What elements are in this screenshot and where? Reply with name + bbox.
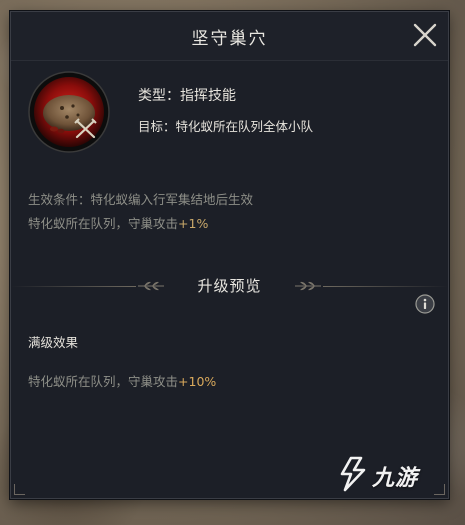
jiuyou-logo-icon bbox=[340, 456, 366, 492]
corner-ornament-left bbox=[14, 484, 25, 495]
watermark: 九游 bbox=[337, 456, 437, 492]
current-effect-text: 特化蚁所在队列，守巢攻击 bbox=[28, 216, 179, 231]
info-icon bbox=[415, 294, 435, 314]
skill-detail-dialog: 坚守巢穴 类型：指挥技能 目标：特化蚁所在队列全体小队 生效条件：特化蚁编入行军… bbox=[10, 11, 449, 499]
max-level-effect-value: +10% bbox=[178, 374, 217, 389]
info-button[interactable] bbox=[415, 294, 435, 314]
nest-defense-skill-icon bbox=[28, 71, 110, 153]
max-level-effect-text: 特化蚁所在队列，守巢攻击 bbox=[28, 374, 179, 389]
max-level-description: 特化蚁所在队列，守巢攻击+10% bbox=[28, 371, 216, 390]
close-button[interactable] bbox=[412, 22, 438, 48]
max-level-label: 满级效果 bbox=[28, 335, 79, 350]
dialog-title: 坚守巢穴 bbox=[191, 29, 268, 49]
current-effect-value: +1% bbox=[178, 216, 209, 231]
skill-type: 类型：指挥技能 bbox=[138, 88, 236, 104]
effect-condition: 生效条件：特化蚁编入行军集结地后生效 bbox=[28, 192, 254, 207]
skill-target: 目标：特化蚁所在队列全体小队 bbox=[138, 119, 314, 134]
watermark-text: 九游 bbox=[372, 466, 419, 491]
upgrade-preview-title: 升级预览 bbox=[197, 277, 262, 295]
dialog-header: 坚守巢穴 bbox=[11, 12, 448, 61]
current-effect-description: 特化蚁所在队列，守巢攻击+1% bbox=[28, 213, 208, 232]
close-icon bbox=[413, 23, 437, 47]
